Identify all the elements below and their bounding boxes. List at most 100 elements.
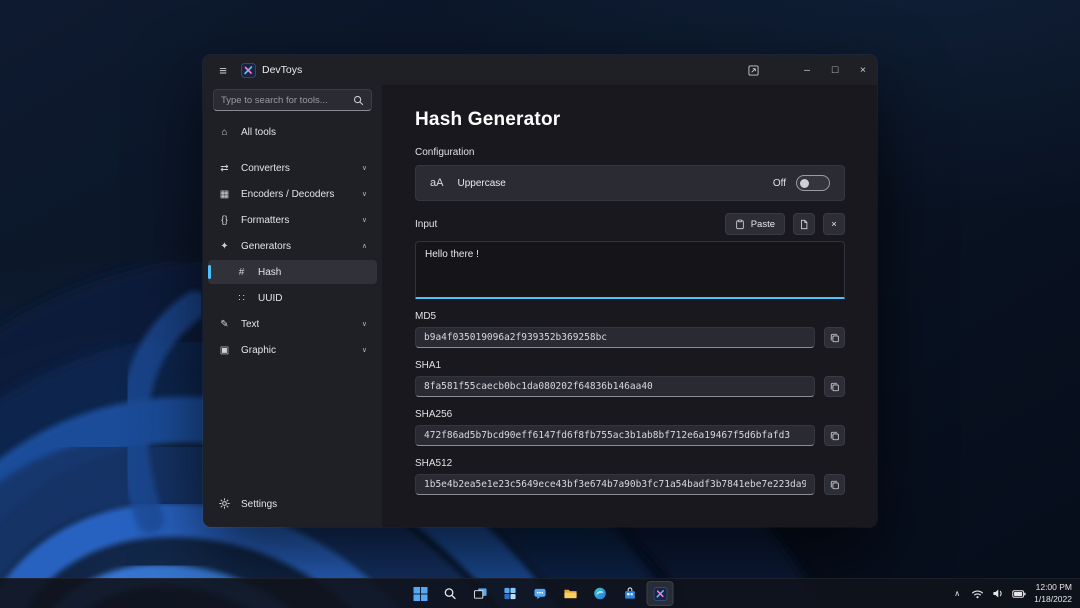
copy-sha1-button[interactable] xyxy=(824,376,845,397)
clipboard-icon xyxy=(735,219,745,230)
uppercase-icon: aA xyxy=(430,177,443,189)
encoders-icon: ▦ xyxy=(218,189,231,200)
uppercase-toggle[interactable] xyxy=(796,175,830,191)
file-explorer-button[interactable] xyxy=(557,581,584,606)
file-explorer-icon xyxy=(563,587,577,600)
input-label: Input xyxy=(415,219,437,230)
hash-icon: # xyxy=(235,267,248,278)
sidebar-item-uuid[interactable]: ∷ UUID xyxy=(208,286,377,310)
task-view-button[interactable] xyxy=(467,581,494,606)
devtoys-taskbar-button[interactable] xyxy=(647,581,674,606)
chat-button[interactable] xyxy=(527,581,554,606)
sidebar-item-generators[interactable]: ✦ Generators ∧ xyxy=(208,234,377,258)
sidebar-item-hash[interactable]: # Hash xyxy=(208,260,377,284)
open-file-button[interactable] xyxy=(793,213,815,235)
edge-button[interactable] xyxy=(587,581,614,606)
md5-output-field[interactable] xyxy=(415,327,815,348)
main-content: Hash Generator Configuration aA Uppercas… xyxy=(382,85,877,527)
page-title: Hash Generator xyxy=(415,109,845,131)
chevron-down-icon: ∨ xyxy=(362,320,367,328)
hamburger-menu-button[interactable]: ≡ xyxy=(209,55,237,85)
copy-md5-button[interactable] xyxy=(824,327,845,348)
sha1-output-field[interactable] xyxy=(415,376,815,397)
generators-icon: ✦ xyxy=(218,241,231,252)
copy-sha512-button[interactable] xyxy=(824,474,845,495)
chevron-down-icon: ∨ xyxy=(362,346,367,354)
taskbar-search-button[interactable] xyxy=(437,581,464,606)
uppercase-setting-card: aA Uppercase Off xyxy=(415,165,845,201)
tray-date: 1/18/2022 xyxy=(1034,594,1072,605)
converters-icon: ⇄ xyxy=(218,163,231,174)
clock[interactable]: 12:00 PM 1/18/2022 xyxy=(1034,582,1072,604)
copy-icon xyxy=(830,480,840,490)
sidebar-item-encoders-decoders[interactable]: ▦ Encoders / Decoders ∨ xyxy=(208,182,377,206)
clear-icon: × xyxy=(831,219,837,230)
uppercase-toggle-state: Off xyxy=(773,178,786,189)
formatters-icon: {} xyxy=(218,215,231,226)
search-input[interactable] xyxy=(221,95,353,106)
task-view-icon xyxy=(473,587,487,600)
input-textarea[interactable]: Hello there ! xyxy=(415,241,845,299)
edge-icon xyxy=(594,587,607,600)
chevron-up-icon: ∧ xyxy=(362,242,367,250)
sha256-output-field[interactable] xyxy=(415,425,815,446)
titlebar[interactable]: ≡ DevToys – □ × xyxy=(203,55,877,85)
tools-searchbox[interactable] xyxy=(213,89,372,111)
graphic-tool-icon: ▣ xyxy=(218,345,231,356)
search-icon xyxy=(444,587,457,600)
clear-input-button[interactable]: × xyxy=(823,213,845,235)
sha256-label: SHA256 xyxy=(415,409,845,420)
copy-icon xyxy=(830,431,840,441)
widgets-button[interactable] xyxy=(497,581,524,606)
configuration-label: Configuration xyxy=(415,147,845,158)
app-title: DevToys xyxy=(262,64,302,76)
uuid-icon: ∷ xyxy=(235,293,248,304)
tray-time: 12:00 PM xyxy=(1034,582,1072,593)
file-icon xyxy=(799,219,809,230)
chat-icon xyxy=(534,587,547,600)
start-button[interactable] xyxy=(407,581,434,606)
sidebar-item-graphic[interactable]: ▣ Graphic ∨ xyxy=(208,338,377,362)
toggle-knob xyxy=(800,179,809,188)
widgets-icon xyxy=(504,587,517,600)
hash-section-sha512: SHA512 xyxy=(415,458,845,495)
hash-section-md5: MD5 xyxy=(415,311,845,348)
chevron-down-icon: ∨ xyxy=(362,190,367,198)
sidebar-item-all-tools[interactable]: ⌂ All tools xyxy=(208,120,377,144)
sidebar-item-settings[interactable]: Settings xyxy=(208,492,377,516)
sidebar-item-converters[interactable]: ⇄ Converters ∨ xyxy=(208,156,377,180)
sidebar-item-formatters[interactable]: {} Formatters ∨ xyxy=(208,208,377,232)
devtoys-icon xyxy=(653,587,667,601)
hash-section-sha256: SHA256 xyxy=(415,409,845,446)
maximize-button[interactable]: □ xyxy=(821,55,849,85)
network-icon[interactable] xyxy=(971,588,984,599)
text-tool-icon: ✎ xyxy=(218,319,231,330)
battery-icon[interactable] xyxy=(1012,589,1026,599)
windows-logo-icon xyxy=(413,587,427,601)
sha1-label: SHA1 xyxy=(415,360,845,371)
copy-icon xyxy=(830,333,840,343)
volume-icon[interactable] xyxy=(992,588,1004,599)
devtoys-window: ≡ DevToys – □ × xyxy=(203,55,877,527)
search-icon xyxy=(353,95,364,106)
sidebar-item-text[interactable]: ✎ Text ∨ xyxy=(208,312,377,336)
chevron-down-icon: ∨ xyxy=(362,164,367,172)
close-button[interactable]: × xyxy=(849,55,877,85)
md5-label: MD5 xyxy=(415,311,845,322)
tray-expand-button[interactable]: ∧ xyxy=(951,589,963,598)
copy-sha256-button[interactable] xyxy=(824,425,845,446)
compact-overlay-icon xyxy=(748,65,759,76)
taskbar: ∧ xyxy=(0,578,1080,608)
gear-icon xyxy=(218,498,231,509)
sha512-label: SHA512 xyxy=(415,458,845,469)
sha512-output-field[interactable] xyxy=(415,474,815,495)
store-button[interactable] xyxy=(617,581,644,606)
paste-button[interactable]: Paste xyxy=(725,213,785,235)
compact-overlay-button[interactable] xyxy=(739,55,767,85)
desktop: ≡ DevToys – □ × xyxy=(0,0,1080,608)
home-icon: ⌂ xyxy=(218,127,231,138)
devtoys-logo-icon xyxy=(241,63,256,78)
minimize-button[interactable]: – xyxy=(793,55,821,85)
copy-icon xyxy=(830,382,840,392)
sidebar: ⌂ All tools ⇄ Converters ∨ ▦ Encoders / … xyxy=(203,85,382,527)
